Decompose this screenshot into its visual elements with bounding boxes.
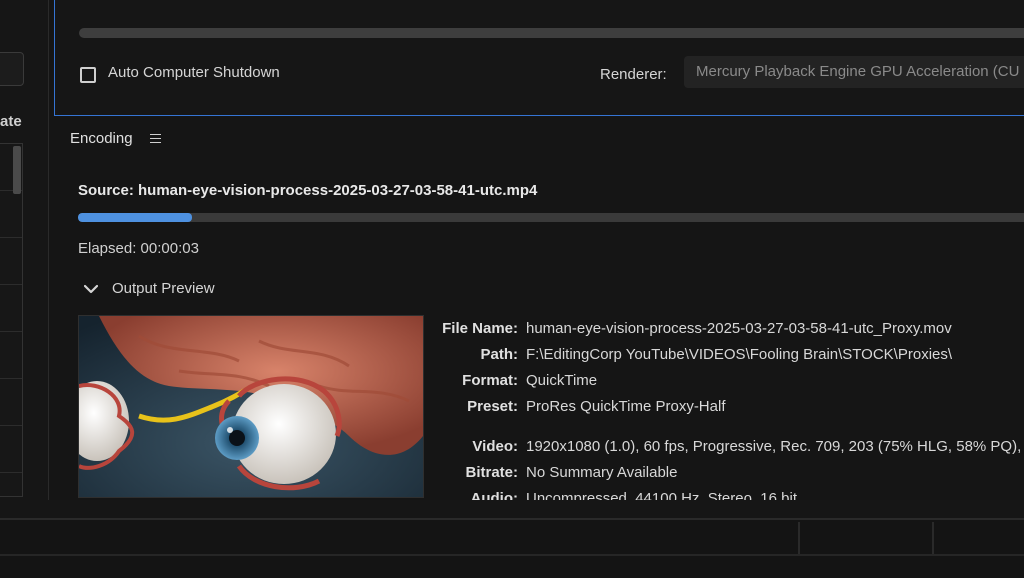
encoding-progress-fill	[78, 213, 192, 222]
toolbar-divider	[0, 554, 1024, 556]
auto-shutdown-checkbox[interactable]	[80, 67, 96, 83]
encoding-panel-title: Encoding	[70, 130, 133, 147]
list-item[interactable]	[0, 191, 22, 238]
output-preview-toggle[interactable]: Output Preview	[84, 280, 215, 297]
overall-progress-bar	[79, 28, 1024, 38]
info-value: ProRes QuickTime Proxy-Half	[526, 398, 726, 415]
info-key: Preset:	[467, 398, 518, 415]
list-item[interactable]	[0, 426, 22, 473]
info-key: Format:	[462, 372, 518, 389]
info-value: QuickTime	[526, 372, 598, 389]
output-preview-label: Output Preview	[112, 280, 215, 297]
panel-menu-icon[interactable]	[150, 131, 161, 145]
toolbar-divider	[798, 522, 800, 556]
info-key: File Name:	[442, 320, 518, 337]
elapsed-time: Elapsed: 00:00:03	[78, 240, 199, 257]
list-item[interactable]	[0, 379, 22, 426]
info-value: No Summary Available	[526, 464, 678, 481]
queue-column-header: ate	[0, 113, 22, 130]
output-preview-thumbnail	[78, 315, 424, 498]
queue-scrollbar[interactable]	[13, 146, 21, 194]
info-value: human-eye-vision-process-2025-03-27-03-5…	[526, 320, 952, 337]
toolbar-divider	[932, 522, 934, 556]
info-key: Video:	[472, 438, 518, 455]
source-file-label: Source: human-eye-vision-process-2025-03…	[78, 182, 538, 199]
info-key: Path:	[480, 346, 519, 363]
renderer-label: Renderer:	[600, 66, 667, 83]
chevron-down-icon	[84, 284, 98, 293]
queue-panel: ate	[0, 0, 49, 520]
render-settings-panel: Auto Computer Shutdown Renderer: Mercury…	[54, 0, 1024, 116]
bottom-toolbar	[0, 518, 1024, 578]
auto-shutdown-label[interactable]: Auto Computer Shutdown	[108, 64, 280, 81]
panel-clip-edge	[48, 500, 1024, 520]
list-item[interactable]	[0, 238, 22, 285]
info-key: Bitrate:	[465, 464, 518, 481]
list-item[interactable]	[0, 332, 22, 379]
renderer-dropdown[interactable]: Mercury Playback Engine GPU Acceleration…	[684, 56, 1024, 88]
encoding-progress-bar	[78, 213, 1024, 222]
queue-search-box[interactable]	[0, 52, 24, 86]
info-value: 1920x1080 (1.0), 60 fps, Progressive, Re…	[526, 438, 1024, 455]
info-value: F:\EditingCorp YouTube\VIDEOS\Fooling Br…	[526, 346, 953, 363]
list-item[interactable]	[0, 285, 22, 332]
queue-list[interactable]	[0, 143, 23, 497]
